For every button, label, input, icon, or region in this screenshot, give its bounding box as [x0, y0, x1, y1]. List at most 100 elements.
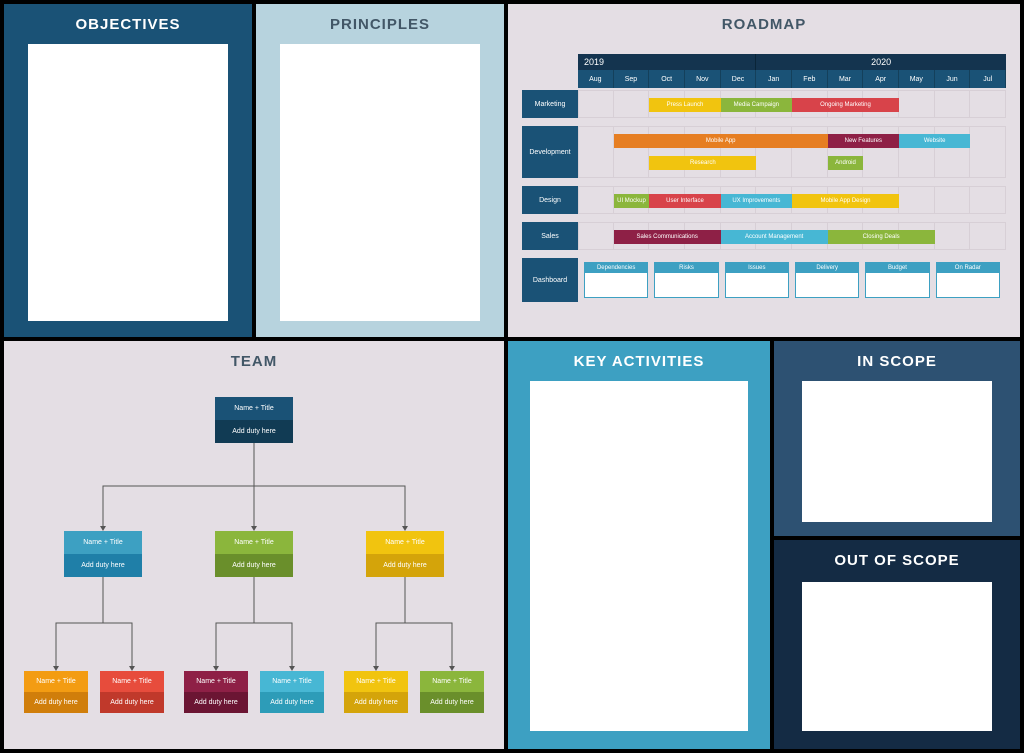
dashboard-track: Dependencies Risks Issues Delivery Budget On … [578, 258, 1006, 302]
roadmap-month: Jul [970, 70, 1006, 88]
out-of-scope-content[interactable] [802, 582, 992, 731]
org-node-title: Name + Title [366, 531, 444, 554]
dashboard-card-body [866, 273, 928, 297]
roadmap-bar[interactable]: UX Improvements [721, 194, 792, 208]
dashboard-card[interactable]: Dependencies [584, 262, 648, 298]
org-node[interactable]: Name + TitleAdd duty here [184, 671, 248, 713]
roadmap-row-sales: Sales Sales CommunicationsAccount Manage… [522, 220, 1006, 250]
panel-in-scope: IN SCOPE [774, 341, 1020, 536]
org-node-duty: Add duty here [215, 554, 293, 577]
dashboard-card-body [655, 273, 717, 297]
roadmap-bar[interactable]: Account Management [721, 230, 828, 244]
panel-team: TEAM Name + TitleAdd duty hereName + Tit… [4, 341, 504, 749]
roadmap-bar[interactable]: Mobile App [614, 134, 828, 148]
dashboard-card-title: Dependencies [585, 263, 647, 273]
dashboard-card[interactable]: Budget [865, 262, 929, 298]
roadmap-row-label: Dashboard [522, 258, 578, 302]
panel-title-principles: PRINCIPLES [256, 4, 504, 33]
org-node-duty: Add duty here [24, 692, 88, 713]
org-node-title: Name + Title [420, 671, 484, 692]
dashboard-card-body [937, 273, 999, 297]
org-node-duty: Add duty here [420, 692, 484, 713]
roadmap-bar[interactable]: New Features [828, 134, 899, 148]
org-node-title: Name + Title [215, 397, 293, 420]
roadmap-bar[interactable]: Ongoing Marketing [792, 98, 899, 112]
roadmap-bar[interactable]: Research [649, 156, 756, 170]
org-node-duty: Add duty here [344, 692, 408, 713]
org-node-title: Name + Title [100, 671, 164, 692]
principles-content[interactable] [280, 44, 480, 321]
dashboard-card-body [585, 273, 647, 297]
roadmap-body: Marketing Press LaunchMedia CampaignOngo… [522, 88, 1006, 331]
panel-out-of-scope: OUT OF SCOPE [774, 540, 1020, 749]
roadmap-row-label: Marketing [522, 90, 578, 118]
roadmap-bar[interactable]: Website [899, 134, 970, 148]
dashboard-card[interactable]: Delivery [795, 262, 859, 298]
roadmap-bar[interactable]: Media Campaign [721, 98, 792, 112]
roadmap-bar[interactable]: Press Launch [649, 98, 720, 112]
org-node[interactable]: Name + TitleAdd duty here [64, 531, 142, 577]
roadmap-month: Feb [792, 70, 828, 88]
dashboard-card-title: Risks [655, 263, 717, 273]
in-scope-content[interactable] [802, 381, 992, 522]
org-node[interactable]: Name + TitleAdd duty here [24, 671, 88, 713]
roadmap-month: Jun [935, 70, 971, 88]
roadmap-bar[interactable]: Android [828, 156, 864, 170]
panel-roadmap: ROADMAP 2019 2020 Aug Sep Oct Nov Dec Ja… [508, 4, 1020, 337]
org-node-title: Name + Title [215, 531, 293, 554]
roadmap-row-dashboard: Dashboard Dependencies Risks Issues Deliver… [522, 256, 1006, 302]
roadmap-month: Sep [614, 70, 650, 88]
panel-title-out-of-scope: OUT OF SCOPE [774, 540, 1020, 569]
panel-objectives: OBJECTIVES [4, 4, 252, 337]
org-node-title: Name + Title [24, 671, 88, 692]
org-node-duty: Add duty here [260, 692, 324, 713]
org-node[interactable]: Name + TitleAdd duty here [100, 671, 164, 713]
org-node[interactable]: Name + TitleAdd duty here [260, 671, 324, 713]
roadmap-bar[interactable]: Sales Communications [614, 230, 721, 244]
org-node[interactable]: Name + TitleAdd duty here [344, 671, 408, 713]
roadmap-track: UI MockupUser InterfaceUX ImprovementsMo… [578, 186, 1006, 214]
roadmap-bar[interactable]: UI Mockup [614, 194, 650, 208]
org-node-duty: Add duty here [366, 554, 444, 577]
dashboard-card-title: Budget [866, 263, 928, 273]
panel-title-key-activities: KEY ACTIVITIES [508, 341, 770, 370]
roadmap-month: Jan [756, 70, 792, 88]
org-chart: Name + TitleAdd duty hereName + TitleAdd… [4, 381, 504, 749]
org-node[interactable]: Name + TitleAdd duty here [215, 397, 293, 443]
org-node-duty: Add duty here [64, 554, 142, 577]
roadmap-row-development: Development Mobile AppNew FeaturesWebsit… [522, 124, 1006, 178]
panel-title-team: TEAM [4, 341, 504, 370]
org-node-duty: Add duty here [215, 420, 293, 443]
roadmap-row-label: Design [522, 186, 578, 214]
dashboard-card-title: Delivery [796, 263, 858, 273]
roadmap-bar[interactable]: Closing Deals [828, 230, 935, 244]
dashboard-card-title: On Radar [937, 263, 999, 273]
org-node-title: Name + Title [344, 671, 408, 692]
org-node-title: Name + Title [260, 671, 324, 692]
roadmap-month: Oct [649, 70, 685, 88]
panel-title-objectives: OBJECTIVES [4, 4, 252, 33]
roadmap-month: May [899, 70, 935, 88]
dashboard-card[interactable]: On Radar [936, 262, 1000, 298]
dashboard-card[interactable]: Issues [725, 262, 789, 298]
org-node[interactable]: Name + TitleAdd duty here [366, 531, 444, 577]
roadmap-track: Mobile AppNew FeaturesWebsite Research And… [578, 126, 1006, 178]
org-node[interactable]: Name + TitleAdd duty here [215, 531, 293, 577]
org-node-title: Name + Title [64, 531, 142, 554]
roadmap-bar[interactable]: User Interface [649, 194, 720, 208]
roadmap-row-design: Design UI MockupUser InterfaceUX Improve… [522, 184, 1006, 214]
roadmap-row-marketing: Marketing Press LaunchMedia CampaignOngo… [522, 88, 1006, 118]
roadmap-month: Mar [828, 70, 864, 88]
panel-principles: PRINCIPLES [256, 4, 504, 337]
roadmap-month: Nov [685, 70, 721, 88]
key-activities-content[interactable] [530, 381, 748, 731]
roadmap-bar[interactable]: Mobile App Design [792, 194, 899, 208]
dashboard-card[interactable]: Risks [654, 262, 718, 298]
org-node-duty: Add duty here [100, 692, 164, 713]
roadmap-year-2020: 2020 [756, 54, 1006, 70]
objectives-content[interactable] [28, 44, 228, 321]
org-node[interactable]: Name + TitleAdd duty here [420, 671, 484, 713]
dashboard-card-body [726, 273, 788, 297]
roadmap-month: Apr [863, 70, 899, 88]
org-node-title: Name + Title [184, 671, 248, 692]
